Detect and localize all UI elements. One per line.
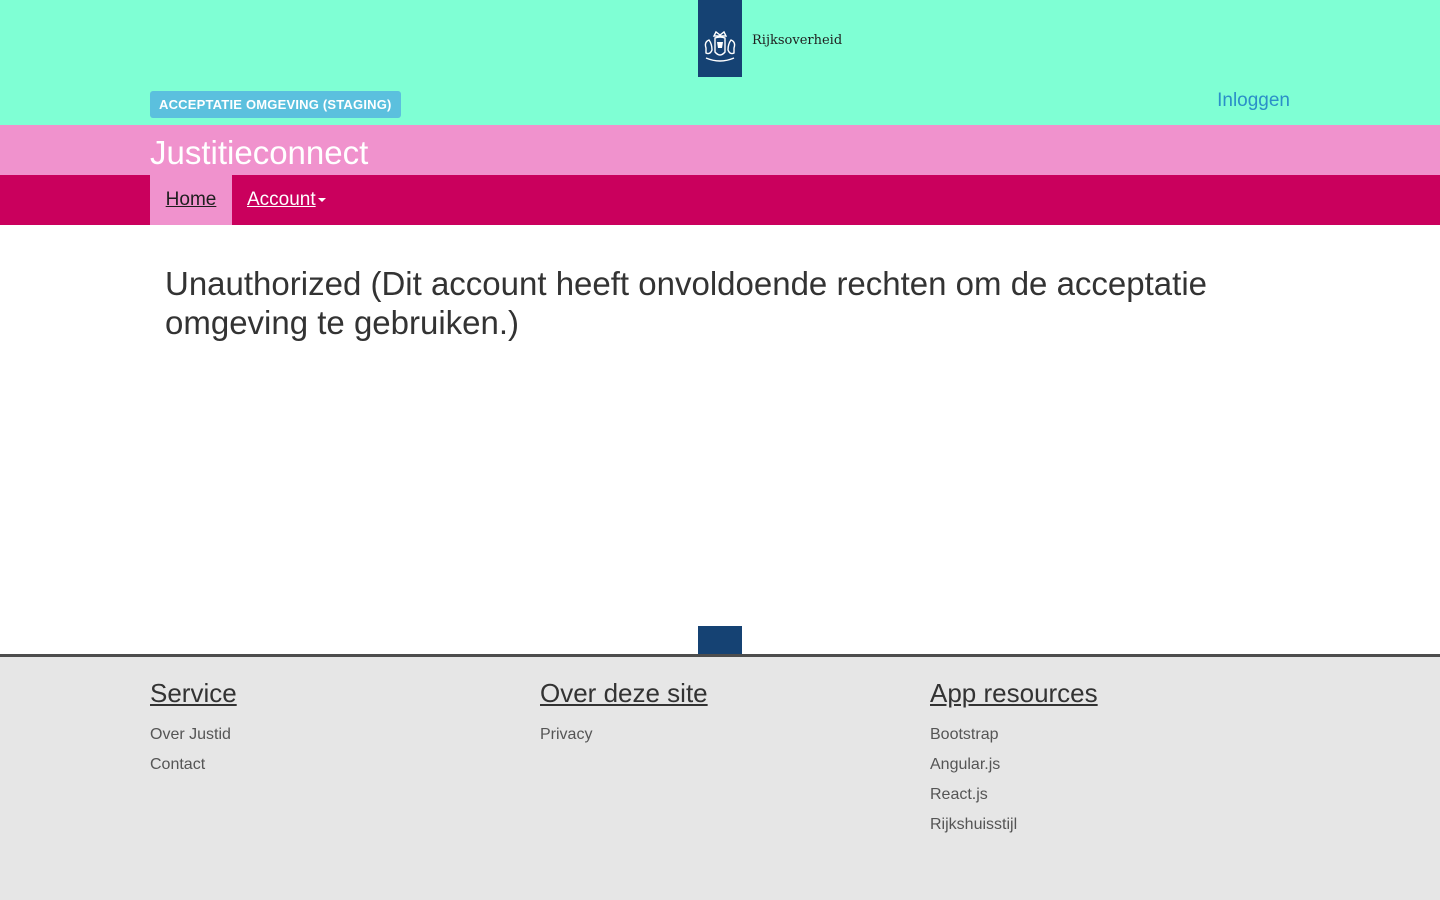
footer-link-angularjs[interactable]: Angular.js: [930, 750, 1290, 780]
footer-link-rijkshuisstijl[interactable]: Rijkshuisstijl: [930, 810, 1290, 840]
footer-links-service: Over Justid Contact: [150, 720, 510, 780]
logo-text: Rijksoverheid: [752, 33, 843, 48]
nav-item-home[interactable]: Home: [150, 175, 232, 225]
footer-links-over-deze-site: Privacy: [540, 720, 900, 750]
footer-links-app-resources: Bootstrap Angular.js React.js Rijkshuiss…: [930, 720, 1290, 840]
caret-down-icon: [317, 197, 326, 202]
footer-link-privacy[interactable]: Privacy: [540, 720, 900, 750]
footer-column-app-resources: App resources Bootstrap Angular.js React…: [930, 676, 1290, 840]
site-title[interactable]: Justitieconnect: [150, 131, 368, 175]
footer-logo-tab: [698, 626, 742, 655]
login-link[interactable]: Inloggen: [1217, 90, 1290, 112]
nav-item-account[interactable]: Account: [247, 175, 326, 225]
environment-badge: ACCEPTATIE OMGEVING (STAGING): [150, 91, 401, 118]
footer-link-over-justid[interactable]: Over Justid: [150, 720, 510, 750]
footer-heading-service: Service: [150, 678, 237, 708]
footer-link-bootstrap[interactable]: Bootstrap: [930, 720, 1290, 750]
footer-heading-app-resources: App resources: [930, 678, 1098, 708]
footer-link-reactjs[interactable]: React.js: [930, 780, 1290, 810]
footer-link-contact[interactable]: Contact: [150, 750, 510, 780]
footer-column-service: Service Over Justid Contact: [150, 676, 510, 780]
footer-heading-over-deze-site: Over deze site: [540, 678, 708, 708]
page-heading: Unauthorized (Dit account heeft onvoldoe…: [165, 265, 1207, 341]
nav-item-account-label: Account: [247, 189, 316, 210]
footer-column-over-deze-site: Over deze site Privacy: [540, 676, 900, 750]
rijksoverheid-emblem-icon: [704, 30, 736, 62]
